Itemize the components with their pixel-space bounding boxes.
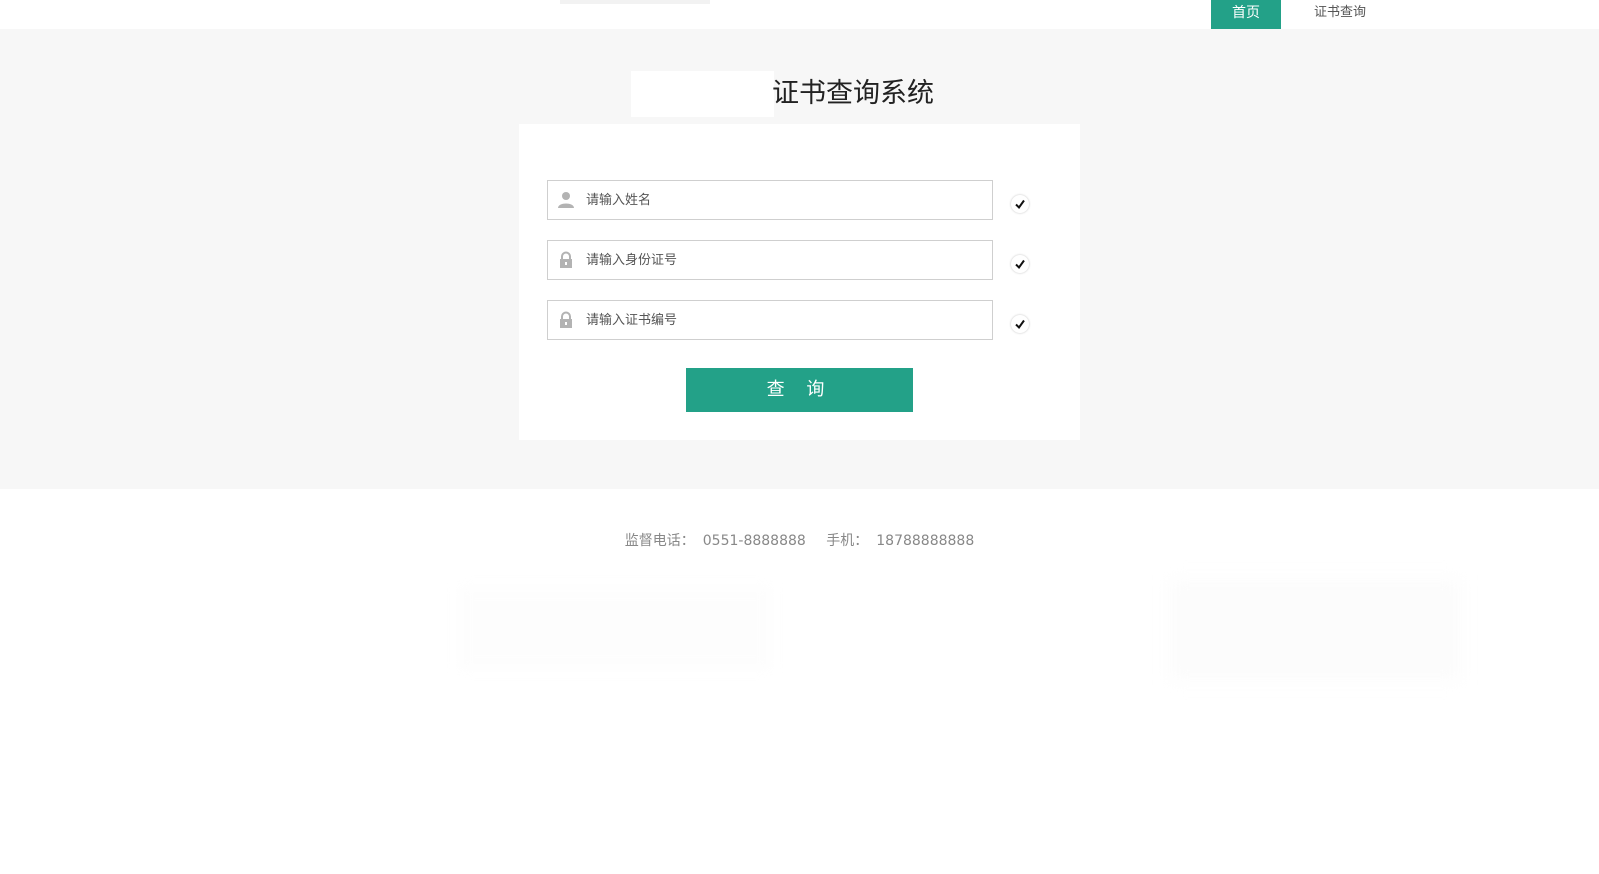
title-logo-area — [631, 71, 774, 117]
top-navbar: 首页 证书查询 — [0, 0, 1599, 29]
supervision-phone-text: 监督电话： 0551-8888888 — [621, 533, 810, 549]
id-number-input[interactable] — [584, 241, 984, 279]
footer-faded-block — [1170, 580, 1460, 680]
id-number-field — [547, 240, 993, 280]
mobile-phone: 18788888888 — [876, 533, 975, 549]
footer-faded-block — [460, 588, 770, 668]
mobile-label: 手机： — [826, 533, 869, 549]
check-icon — [1011, 195, 1029, 213]
nav-home-tab[interactable]: 首页 — [1211, 0, 1281, 29]
name-input[interactable] — [584, 181, 984, 219]
lock-icon — [557, 311, 575, 329]
check-icon — [1011, 315, 1029, 333]
supervision-label: 监督电话： — [624, 533, 695, 549]
cert-number-field — [547, 300, 993, 340]
check-icon — [1011, 255, 1029, 273]
logo — [560, 0, 710, 4]
query-button[interactable]: 查 询 — [686, 368, 913, 412]
nav-cert-query-tab[interactable]: 证书查询 — [1300, 0, 1380, 29]
user-icon — [557, 191, 575, 209]
lock-icon — [557, 251, 575, 269]
page-title: 证书查询系统 — [772, 78, 934, 109]
cert-number-input[interactable] — [584, 301, 984, 339]
supervision-phone: 0551-8888888 — [702, 533, 806, 549]
name-field — [547, 180, 993, 220]
mobile-phone-text: 手机： 18788888888 — [822, 533, 978, 549]
footer-contact: 监督电话： 0551-8888888 手机： 18788888888 — [0, 530, 1599, 550]
